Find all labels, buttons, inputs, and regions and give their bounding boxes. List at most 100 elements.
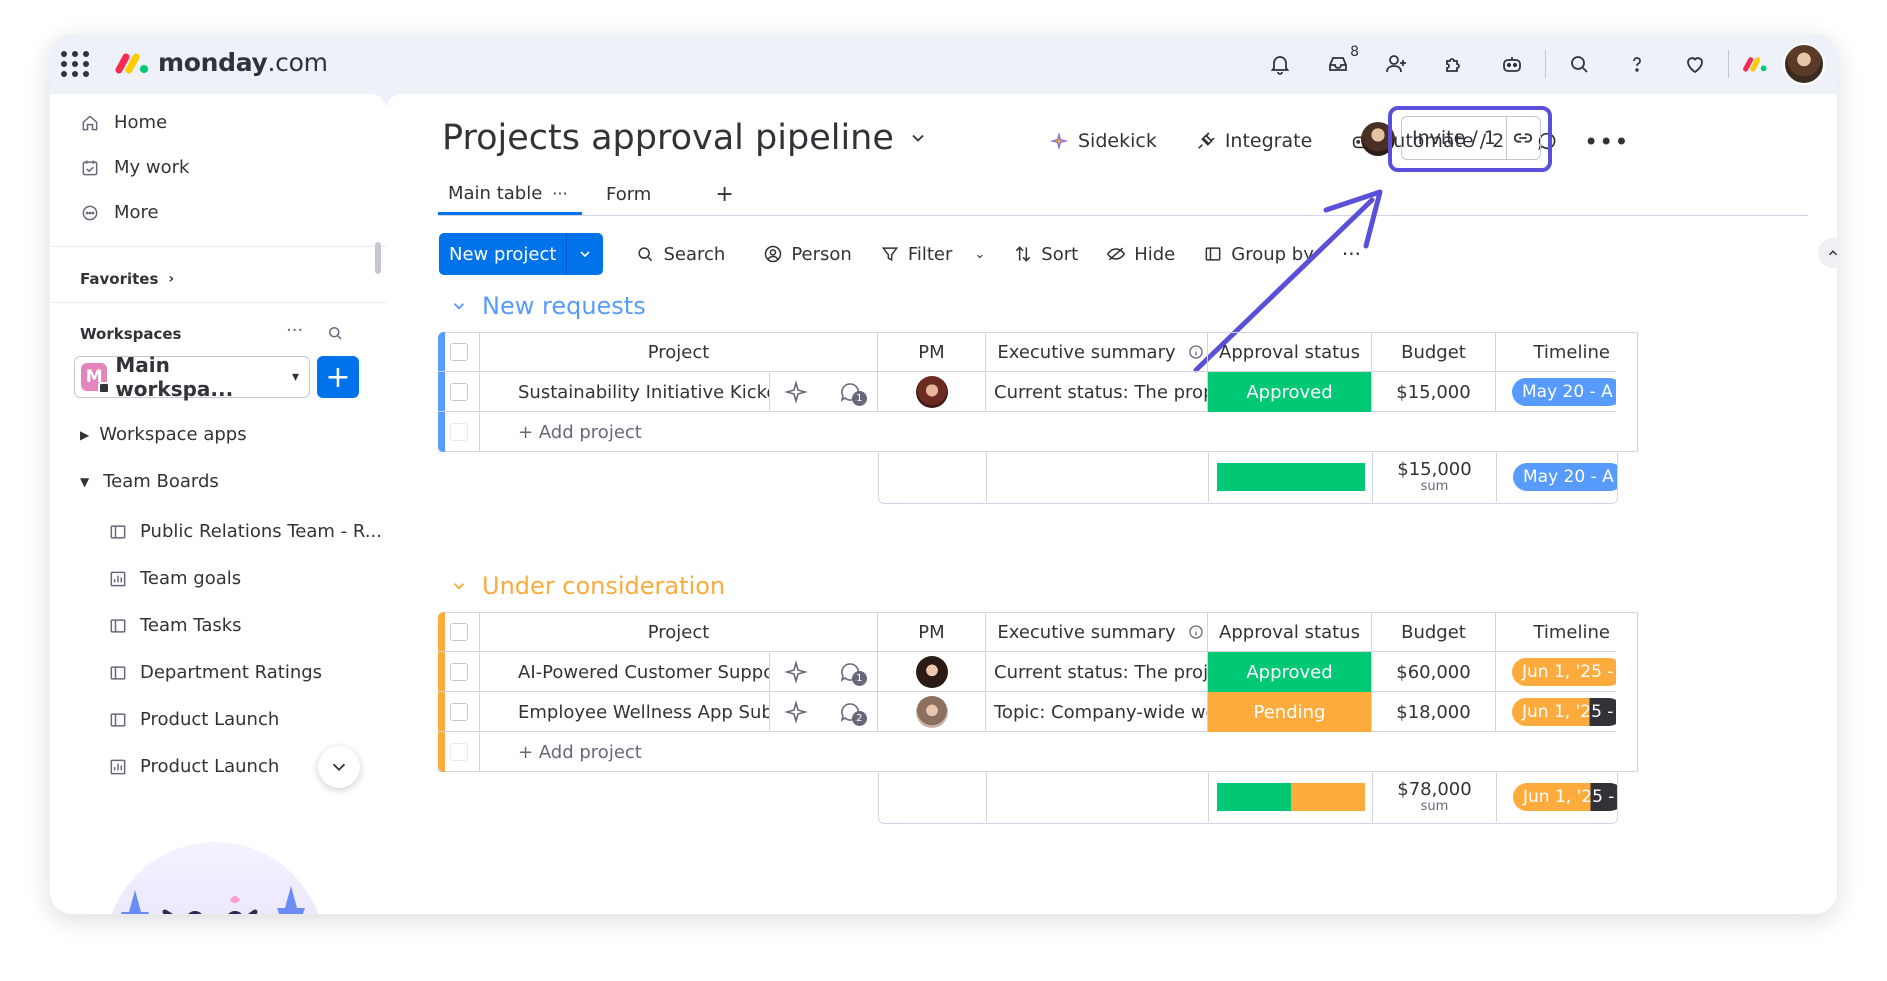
inbox-icon[interactable]: 8	[1309, 42, 1367, 86]
notifications-bell-icon[interactable]	[1251, 42, 1309, 86]
ai-sparkle-icon[interactable]	[784, 700, 809, 724]
column-header-pm[interactable]: PM	[878, 332, 986, 372]
chevron-down-icon[interactable]: ⌄	[974, 247, 985, 262]
favorites-toggle[interactable]: Favorites ›	[80, 270, 174, 288]
column-header-timeline[interactable]: Timeline	[1496, 612, 1616, 652]
integrations-puzzle-icon[interactable]	[1425, 42, 1483, 86]
column-header-approval-status[interactable]: Approval status	[1208, 612, 1372, 652]
person-filter-button[interactable]: Person	[749, 244, 866, 265]
column-header-approval-status[interactable]: Approval status	[1208, 332, 1372, 372]
timeline-cell[interactable]: Jun 1, '25 -	[1496, 652, 1616, 692]
column-header-pm[interactable]: PM	[878, 612, 986, 652]
sidebar-board-item[interactable]: Team goals	[108, 568, 241, 589]
sidebar-item-home[interactable]: Home	[80, 112, 167, 133]
group-header[interactable]: New requests	[450, 292, 646, 320]
workspace-selector[interactable]: M Main workspa... ▾	[74, 353, 310, 401]
integrate-button[interactable]: Integrate	[1181, 124, 1326, 158]
updates-chat-icon[interactable]: 1	[837, 660, 867, 686]
tab-options-icon[interactable]: ···	[552, 184, 567, 203]
select-all-checkbox[interactable]	[438, 332, 480, 372]
executive-summary-cell[interactable]: Current status: The project i...	[986, 652, 1208, 692]
budget-cell[interactable]: $60,000	[1372, 652, 1496, 692]
row-checkbox[interactable]	[438, 652, 480, 692]
apps-grid-icon[interactable]	[56, 46, 89, 78]
add-view-icon[interactable]: +	[705, 174, 743, 215]
sidebar-item-workspace-apps[interactable]: ▶ Workspace apps	[80, 424, 247, 445]
row-checkbox[interactable]	[438, 692, 480, 732]
column-header-timeline[interactable]: Timeline	[1496, 332, 1616, 372]
budget-cell[interactable]: $18,000	[1372, 692, 1496, 732]
help-icon[interactable]	[1608, 42, 1666, 86]
invite-members-icon[interactable]	[1367, 42, 1425, 86]
executive-summary-cell[interactable]: Current status: The proposa...	[986, 372, 1208, 412]
status-badge[interactable]: Approved	[1208, 372, 1372, 412]
project-name-cell[interactable]: Sustainability Initiative Kickoff	[480, 372, 770, 412]
status-distribution-bar[interactable]	[1216, 783, 1365, 811]
add-workspace-item-button[interactable]: +	[317, 356, 359, 398]
hide-columns-button[interactable]: Hide	[1092, 244, 1189, 265]
ai-sparkle-icon[interactable]	[784, 660, 809, 684]
board-title[interactable]: Projects approval pipeline	[442, 118, 928, 158]
pm-cell[interactable]	[878, 692, 986, 732]
status-summary-cell[interactable]	[1209, 452, 1373, 502]
heart-icon[interactable]	[1666, 42, 1724, 86]
sort-button[interactable]: Sort	[999, 244, 1092, 265]
project-name-cell[interactable]: AI-Powered Customer Support B...	[480, 652, 770, 692]
monday-logo[interactable]: monday.com	[114, 48, 328, 77]
collapse-header-button[interactable]	[1818, 238, 1837, 268]
monday-products-icon[interactable]	[1733, 42, 1777, 86]
row-checkbox[interactable]	[438, 372, 480, 412]
new-project-dropdown-icon[interactable]	[567, 233, 603, 275]
timeline-summary-cell[interactable]: May 20 - A	[1497, 452, 1617, 502]
filter-button[interactable]: Filter ⌄	[866, 244, 999, 265]
table-row[interactable]: Employee Wellness App Subscri... 2 Topic: …	[438, 692, 1616, 732]
sidebar-board-item[interactable]: Team Tasks	[108, 615, 242, 636]
workspace-options-icon[interactable]: ···	[286, 320, 303, 341]
add-project-input[interactable]: + Add project	[480, 412, 1080, 452]
timeline-cell[interactable]: May 20 - A	[1496, 372, 1616, 412]
status-distribution-bar[interactable]	[1216, 463, 1365, 491]
select-all-checkbox[interactable]	[438, 612, 480, 652]
table-row[interactable]: Sustainability Initiative Kickoff 1 Curren…	[438, 372, 1616, 412]
sidebar-folder-team-boards[interactable]: ▼ Team Boards	[80, 471, 219, 492]
status-badge[interactable]: Approved	[1208, 652, 1372, 692]
sidebar-board-item[interactable]: Product Launch	[108, 709, 279, 730]
add-project-row[interactable]: + Add project	[438, 412, 1080, 452]
pm-cell[interactable]	[878, 652, 986, 692]
status-summary-cell[interactable]	[1209, 772, 1373, 822]
search-icon[interactable]	[1550, 42, 1608, 86]
table-row[interactable]: AI-Powered Customer Support B... 1 Current…	[438, 652, 1616, 692]
tab-main-table[interactable]: Main table ···	[438, 175, 582, 215]
updates-chat-icon[interactable]: 1	[837, 380, 867, 406]
ai-sparkle-icon[interactable]	[784, 380, 809, 404]
sidebar-board-item[interactable]: Department Ratings	[108, 662, 322, 683]
sidebar-scrollbar[interactable]	[375, 242, 381, 274]
ai-bot-icon[interactable]	[1483, 42, 1541, 86]
sidebar-item-more[interactable]: More	[80, 202, 159, 223]
user-avatar[interactable]	[1783, 43, 1825, 85]
pm-avatar[interactable]	[915, 376, 948, 408]
tab-form[interactable]: Form	[596, 176, 661, 213]
workspace-search-icon[interactable]	[326, 324, 344, 346]
sidebar-board-item[interactable]: Public Relations Team - R...	[108, 521, 382, 542]
pm-avatar[interactable]	[915, 696, 948, 728]
executive-summary-cell[interactable]: Topic: Company-wide welln...	[986, 692, 1208, 732]
updates-chat-icon[interactable]: 2	[837, 700, 867, 726]
column-header-project[interactable]: Project	[480, 332, 878, 372]
budget-cell[interactable]: $15,000	[1372, 372, 1496, 412]
scroll-down-button[interactable]	[318, 746, 360, 788]
board-more-options-icon[interactable]: •••	[1584, 128, 1629, 156]
sidebar-board-item[interactable]: Product Launch	[108, 756, 279, 777]
group-header[interactable]: Under consideration	[450, 572, 725, 600]
toolbar-search-button[interactable]: Search	[621, 244, 739, 265]
column-header-project[interactable]: Project	[480, 612, 878, 652]
column-header-executive-summary[interactable]: Executive summary	[986, 332, 1208, 372]
sidekick-button[interactable]: Sidekick	[1034, 124, 1171, 158]
project-name-cell[interactable]: Employee Wellness App Subscri...	[480, 692, 770, 732]
pm-avatar[interactable]	[915, 656, 948, 688]
timeline-summary-cell[interactable]: Jun 1, '25 -	[1497, 772, 1617, 822]
column-header-executive-summary[interactable]: Executive summary	[986, 612, 1208, 652]
info-icon[interactable]	[1188, 344, 1204, 360]
add-project-row[interactable]: + Add project	[438, 732, 1080, 772]
timeline-cell[interactable]: Jun 1, '25 -	[1496, 692, 1616, 732]
